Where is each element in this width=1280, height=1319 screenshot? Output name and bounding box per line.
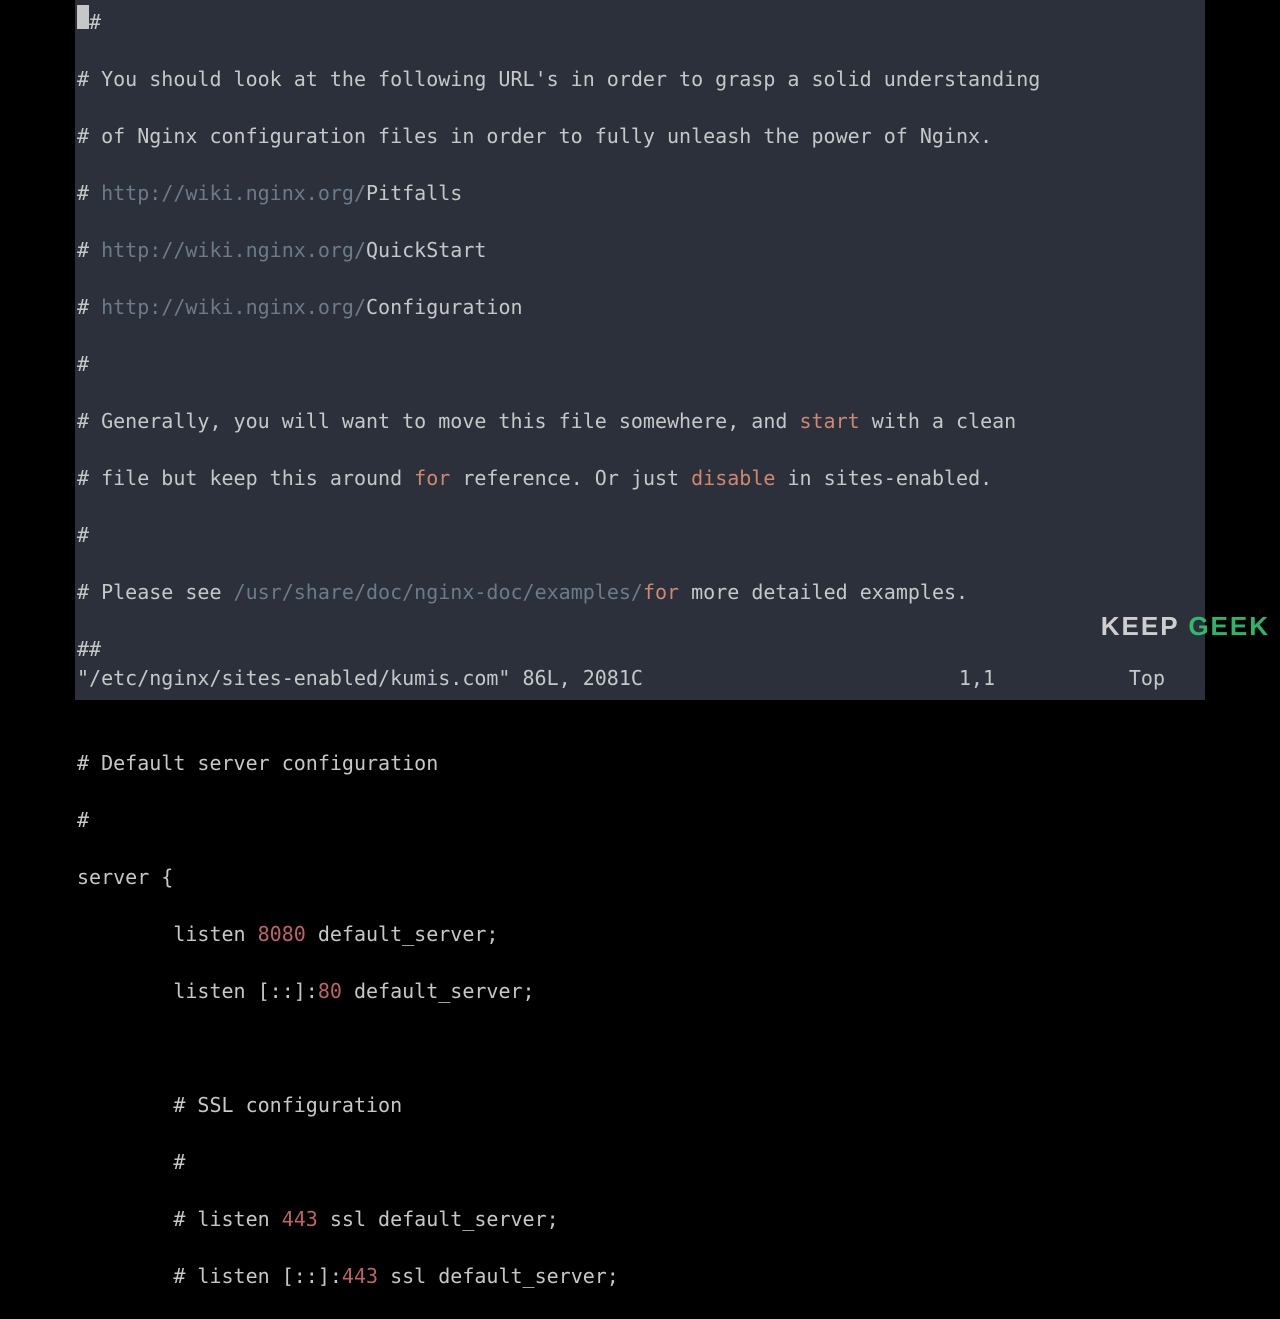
config-directive: listen [::]: [77,979,318,1003]
url-path: Configuration [366,295,523,319]
comment-line: # listen [::]: [77,1264,342,1288]
comment-line: # listen [77,1207,282,1231]
comment-line: # Default server configuration [77,751,438,775]
config-directive: default_server; [306,922,499,946]
comment-line: # file but keep this around [77,466,414,490]
comment-line: with a clean [860,409,1017,433]
status-filename: "/etc/nginx/sites-enabled/kumis.com" 86L… [77,664,643,693]
keyword: for [414,466,450,490]
config-directive: server { [77,865,173,889]
url-host: //wiki.nginx.org/ [161,238,366,262]
blank-line [77,694,89,718]
url-path: QuickStart [366,238,486,262]
comment-line: ssl default_server; [318,1207,559,1231]
config-directive: listen [77,922,258,946]
comment-line: # of Nginx configuration files in order … [77,124,992,148]
port-number: 80 [318,979,342,1003]
status-scroll-pos: Top [1129,664,1165,693]
url-scheme: http: [101,238,161,262]
url-scheme: http: [101,181,161,205]
comment-hash: # [77,238,101,262]
keyword: for [643,580,679,604]
watermark-text-b: GEEK [1188,611,1270,641]
port-number: 8080 [258,922,306,946]
watermark-logo: KEEP GEEK [1101,612,1270,641]
comment-line: # [89,10,101,34]
url-host: //wiki.nginx.org/ [161,181,366,205]
comment-line: ssl default_server; [378,1264,619,1288]
comment-line: # You should look at the following URL [77,67,535,91]
comment-line: # [77,523,89,547]
status-cursor-pos: 1,1 [959,664,995,693]
config-directive: default_server; [342,979,535,1003]
comment-line: # [77,1150,185,1174]
comment-line: # Generally, you will want to move this … [77,409,799,433]
comment-line: more detailed examples. [679,580,968,604]
comment-hash: # [77,295,101,319]
port-number: 443 [282,1207,318,1231]
url-scheme: http: [101,295,161,319]
blank-line [77,1036,89,1060]
comment-line: in sites-enabled. [775,466,992,490]
watermark-text-a: KEEP [1101,611,1189,641]
comment-line: 's in order to grasp a solid understandi… [535,67,1041,91]
comment-line: # [77,352,89,376]
url-host: //wiki.nginx.org/ [161,295,366,319]
comment-line: reference. Or just [450,466,691,490]
comment-hash: # [77,181,101,205]
comment-line: ## [77,637,101,661]
keyword: start [799,409,859,433]
vim-status-bar: "/etc/nginx/sites-enabled/kumis.com" 86L… [77,664,1205,693]
keyword: disable [691,466,775,490]
comment-line: # SSL configuration [77,1093,402,1117]
editor-content[interactable]: # # You should look at the following URL… [75,5,1205,1319]
port-number: 443 [342,1264,378,1288]
cursor [77,5,89,29]
url-path: Pitfalls [366,181,462,205]
comment-line: # [77,808,89,832]
terminal-window[interactable]: # # You should look at the following URL… [75,0,1205,700]
file-path: /usr/share/doc/nginx-doc/examples/ [234,580,643,604]
comment-line: # Please see [77,580,234,604]
